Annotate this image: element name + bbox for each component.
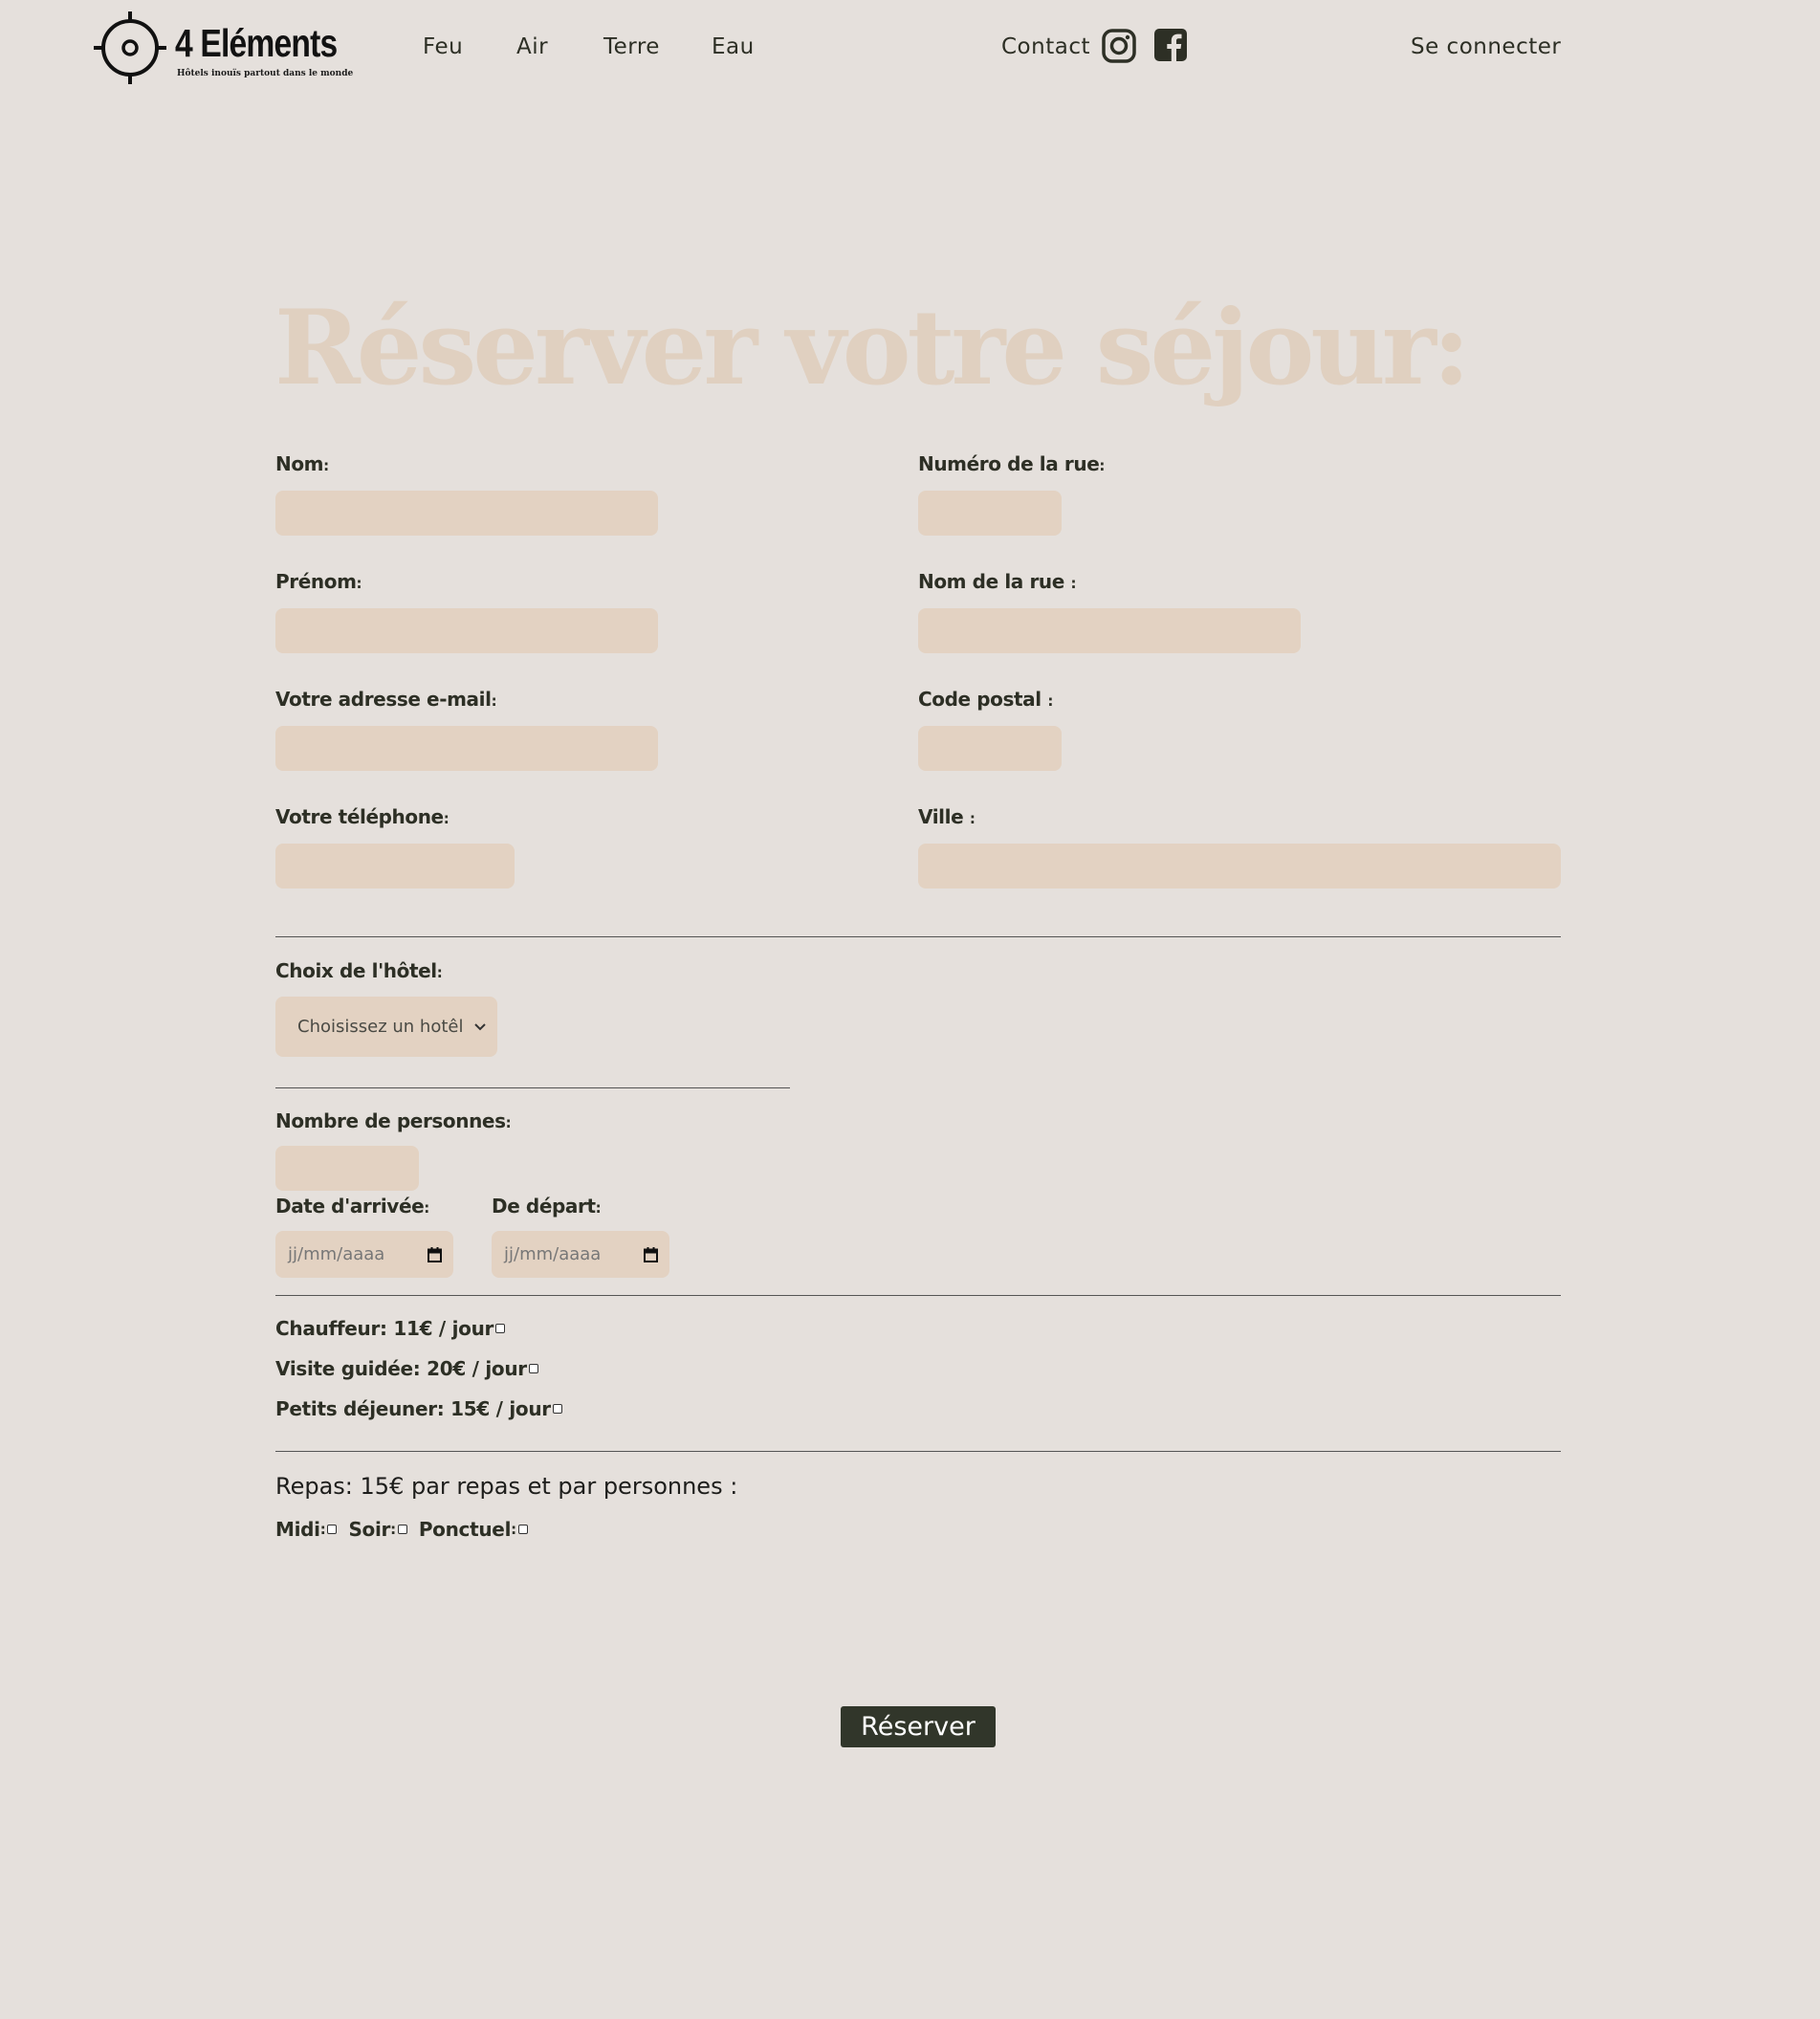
- soir-checkbox[interactable]: [397, 1525, 407, 1534]
- meal-ponctuel-label: Ponctuel: [418, 1518, 512, 1541]
- street-number-input[interactable]: [918, 491, 1062, 536]
- prenom-label: Prénom:: [275, 570, 362, 593]
- chauffeur-checkbox[interactable]: [495, 1324, 506, 1333]
- meal-midi-label: Midi: [275, 1518, 320, 1541]
- telephone-label: Votre téléphone:: [275, 805, 450, 828]
- calendar-icon[interactable]: [644, 1246, 658, 1262]
- nav-link-contact[interactable]: Contact: [1001, 34, 1090, 59]
- logo-icon: [94, 11, 166, 84]
- ponctuel-checkbox[interactable]: [517, 1525, 528, 1534]
- postal-code-label: Code postal :: [918, 688, 1053, 711]
- street-number-label: Numéro de la rue:: [918, 452, 1105, 475]
- logo-tagline: Hôtels inouïs partout dans le monde: [177, 69, 354, 78]
- logo-text: 4 Eléments: [175, 21, 338, 65]
- meals-title: Repas: 15€ par repas et par personnes :: [275, 1473, 738, 1500]
- nav-link-air[interactable]: Air: [516, 34, 548, 59]
- facebook-icon[interactable]: [1153, 28, 1188, 62]
- option-chauffeur: Chauffeur: 11€ / jour: [275, 1317, 506, 1340]
- hotel-select-value: Choisissez un hotêl: [297, 1017, 464, 1037]
- hotel-select[interactable]: Choisissez un hotêl: [275, 997, 497, 1057]
- visite-guidee-checkbox[interactable]: [528, 1364, 538, 1373]
- city-label: Ville :: [918, 805, 976, 828]
- street-name-input[interactable]: [918, 608, 1301, 653]
- meals-options: Midi: Soir: Ponctuel:: [275, 1518, 528, 1541]
- divider: [275, 1295, 1561, 1296]
- persons-label: Nombre de personnes:: [275, 1109, 512, 1132]
- midi-checkbox[interactable]: [327, 1525, 338, 1534]
- hotel-label: Choix de l'hôtel:: [275, 959, 443, 982]
- instagram-icon[interactable]: [1101, 28, 1137, 64]
- nav-link-feu[interactable]: Feu: [423, 34, 463, 59]
- page-title: Réserver votre séjour:: [274, 288, 1471, 408]
- divider: [275, 1087, 790, 1088]
- arrival-label: Date d'arrivée:: [275, 1195, 429, 1218]
- nav-link-terre[interactable]: Terre: [603, 34, 660, 59]
- postal-code-input[interactable]: [918, 726, 1062, 771]
- email-label: Votre adresse e-mail:: [275, 688, 497, 711]
- reserve-button[interactable]: Réserver: [841, 1706, 996, 1747]
- street-name-label: Nom de la rue :: [918, 570, 1077, 593]
- nom-label: Nom:: [275, 452, 329, 475]
- chevron-down-icon: [474, 1022, 486, 1030]
- option-petits-dejeuner: Petits déjeuner: 15€ / jour: [275, 1397, 562, 1420]
- petits-dejeuner-checkbox[interactable]: [552, 1404, 562, 1414]
- option-visite-guidee: Visite guidée: 20€ / jour: [275, 1357, 538, 1380]
- telephone-input[interactable]: [275, 844, 515, 889]
- divider: [275, 1451, 1561, 1452]
- arrival-date-input[interactable]: jj/mm/aaaa: [275, 1231, 453, 1278]
- arrival-date-placeholder: jj/mm/aaaa: [288, 1244, 385, 1264]
- meal-soir-label: Soir: [348, 1518, 391, 1541]
- departure-label: De départ:: [492, 1195, 602, 1218]
- email-input[interactable]: [275, 726, 658, 771]
- prenom-input[interactable]: [275, 608, 658, 653]
- nav-link-eau[interactable]: Eau: [712, 34, 755, 59]
- persons-input[interactable]: [275, 1146, 419, 1191]
- nom-input[interactable]: [275, 491, 658, 536]
- departure-date-input[interactable]: jj/mm/aaaa: [492, 1231, 669, 1278]
- login-link[interactable]: Se connecter: [1411, 34, 1561, 59]
- city-input[interactable]: [918, 844, 1561, 889]
- calendar-icon[interactable]: [428, 1246, 442, 1262]
- divider: [275, 936, 1561, 937]
- departure-date-placeholder: jj/mm/aaaa: [504, 1244, 602, 1264]
